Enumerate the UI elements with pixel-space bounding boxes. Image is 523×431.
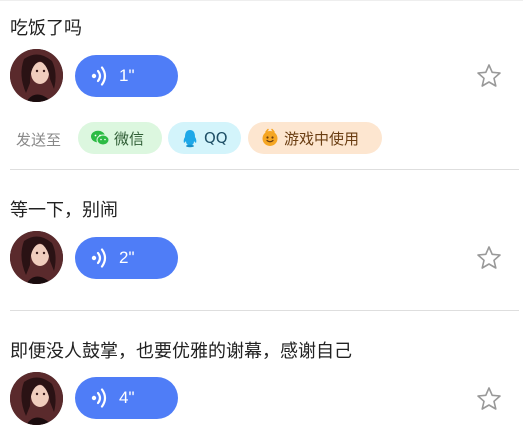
wechat-icon xyxy=(91,130,110,146)
wechat-label: 微信 xyxy=(114,129,145,148)
voice-wave-icon xyxy=(91,248,107,268)
voice-duration: 2" xyxy=(119,248,135,267)
avatar xyxy=(10,372,63,425)
favorite-star-icon[interactable] xyxy=(476,245,502,271)
send-to-wechat-button[interactable]: 微信 xyxy=(78,122,162,154)
send-to-bar: 发送至 微信 QQ 游戏中使用 xyxy=(0,122,523,154)
use-in-game-button[interactable]: 游戏中使用 xyxy=(248,122,382,154)
item-divider xyxy=(10,169,519,170)
qq-icon xyxy=(183,130,197,148)
item-divider xyxy=(10,310,519,311)
voice-item-text: 即便没人鼓掌，也要优雅的谢幕，感谢自己 xyxy=(10,341,352,362)
favorite-star-icon[interactable] xyxy=(476,386,502,412)
send-to-qq-button[interactable]: QQ xyxy=(168,122,241,154)
send-to-label: 发送至 xyxy=(16,131,62,149)
voice-item-text: 吃饭了吗 xyxy=(10,18,82,39)
avatar xyxy=(10,49,63,102)
play-voice-button[interactable]: 4" xyxy=(75,377,178,419)
play-voice-button[interactable]: 1" xyxy=(75,55,178,97)
play-voice-button[interactable]: 2" xyxy=(75,237,178,279)
voice-item-text: 等一下，别闹 xyxy=(10,200,118,221)
top-divider xyxy=(0,0,523,1)
favorite-star-icon[interactable] xyxy=(476,63,502,89)
game-icon xyxy=(262,128,278,146)
voice-wave-icon xyxy=(91,66,107,86)
game-label: 游戏中使用 xyxy=(284,129,360,148)
avatar xyxy=(10,231,63,284)
voice-duration: 4" xyxy=(119,388,135,407)
qq-label: QQ xyxy=(204,129,228,147)
voice-wave-icon xyxy=(91,388,107,408)
voice-duration: 1" xyxy=(119,66,135,85)
